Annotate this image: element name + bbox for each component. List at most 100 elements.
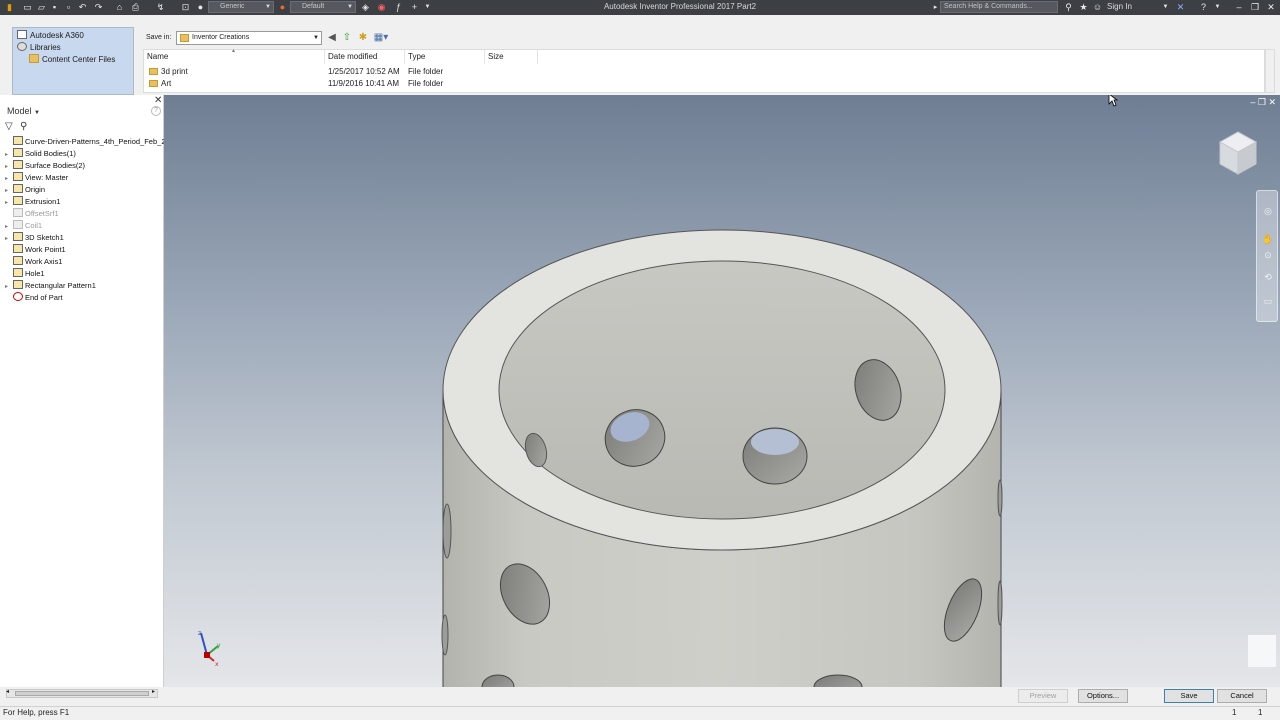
- material-icon[interactable]: ●: [195, 2, 206, 13]
- column-header-date[interactable]: Date modified: [325, 50, 405, 64]
- file-new-icon[interactable]: ▭: [22, 2, 33, 13]
- svg-text:y: y: [217, 642, 221, 649]
- open-icon[interactable]: ▱: [36, 2, 47, 13]
- viewcube-icon[interactable]: [1216, 128, 1260, 176]
- close-button[interactable]: ✕: [1264, 1, 1278, 13]
- help-search-input[interactable]: Search Help & Commands...: [940, 1, 1058, 13]
- scrollbar-thumb[interactable]: [15, 691, 149, 696]
- save-button[interactable]: Save: [1164, 689, 1214, 703]
- tree-item[interactable]: ▸ Origin: [5, 184, 45, 196]
- new-folder-icon[interactable]: ✱: [357, 32, 369, 44]
- help-icon[interactable]: ?: [1198, 2, 1209, 13]
- preview-button[interactable]: Preview: [1018, 689, 1068, 703]
- svg-text:z: z: [198, 630, 201, 637]
- fx-icon[interactable]: ƒ: [393, 2, 404, 13]
- update-icon[interactable]: ↯: [155, 2, 166, 13]
- star-icon[interactable]: ★: [1078, 2, 1089, 13]
- chevron-down-icon[interactable]: ▼: [422, 2, 433, 13]
- filter-icon[interactable]: ▽: [5, 121, 13, 132]
- chevron-down-icon: ▼: [313, 35, 319, 41]
- tree-item-label: Rectangular Pattern1: [25, 281, 96, 290]
- binoculars-icon[interactable]: ⚲: [20, 121, 27, 132]
- tree-item[interactable]: Curve-Driven-Patterns_4th_Period_Feb_20: [5, 136, 170, 148]
- place-libraries[interactable]: Libraries: [17, 42, 61, 52]
- tree-item[interactable]: End of Part: [5, 292, 63, 304]
- tree-item[interactable]: ▸ 3D Sketch1: [5, 232, 64, 244]
- binoculars-icon[interactable]: ⚲: [1063, 2, 1074, 13]
- exchange-icon[interactable]: ✕: [1175, 2, 1186, 13]
- surface-bodies-icon: [13, 160, 23, 169]
- graphics-viewport[interactable]: ‒ ❐ ✕ ◎ ✋ ⊙ ⟲ ▭ z y x: [164, 95, 1280, 687]
- clear-appearance-icon[interactable]: ◈: [360, 2, 371, 13]
- column-header-type[interactable]: Type: [405, 50, 485, 64]
- tree-item-label: Solid Bodies(1): [25, 149, 76, 158]
- back-icon[interactable]: ◀: [326, 32, 338, 44]
- cancel-button[interactable]: Cancel: [1217, 689, 1267, 703]
- save-icon[interactable]: ▫: [63, 2, 74, 13]
- redo-icon[interactable]: ↷: [93, 2, 104, 13]
- tree-item[interactable]: OffsetSrf1: [5, 208, 59, 220]
- tree-item[interactable]: Work Axis1: [5, 256, 62, 268]
- mouse-pointer-icon: [1108, 95, 1118, 107]
- options-button[interactable]: Options...: [1078, 689, 1128, 703]
- table-row[interactable]: 3d print: [149, 66, 188, 78]
- scroll-left-icon[interactable]: ◂: [6, 688, 9, 695]
- file-list-scrollbar[interactable]: [1265, 49, 1275, 93]
- zoom-icon[interactable]: ⊙: [1262, 249, 1274, 261]
- save-in-combo[interactable]: Inventor Creations ▼: [176, 31, 322, 45]
- sign-in-link[interactable]: Sign In: [1107, 2, 1132, 11]
- views-icon[interactable]: ▦▾: [372, 32, 390, 44]
- place-a360[interactable]: Autodesk A360: [17, 30, 84, 40]
- user-icon[interactable]: ☺: [1092, 2, 1103, 13]
- appearance-icon[interactable]: ●: [277, 2, 288, 13]
- appearance-combo[interactable]: Default ▼: [290, 1, 356, 13]
- place-content-center[interactable]: Content Center Files: [29, 54, 115, 64]
- material-combo[interactable]: Generic ▼: [208, 1, 274, 13]
- table-row[interactable]: Art: [149, 78, 171, 90]
- home-icon[interactable]: ⌂: [114, 2, 125, 13]
- up-folder-icon[interactable]: ⇧: [341, 32, 353, 44]
- file-type: File folder: [408, 79, 444, 88]
- viewport-window-controls[interactable]: ‒ ❐ ✕: [1250, 97, 1276, 108]
- close-icon[interactable]: ✕: [154, 95, 162, 106]
- measure-icon[interactable]: ⊡: [180, 2, 191, 13]
- tree-item[interactable]: ▸ Extrusion1: [5, 196, 60, 208]
- folder-icon: [149, 68, 158, 75]
- look-at-icon[interactable]: ▭: [1262, 295, 1274, 307]
- plus-icon[interactable]: +: [409, 2, 420, 13]
- part-model[interactable]: [164, 95, 1280, 687]
- browser-horizontal-scrollbar[interactable]: ◂ ▸: [6, 689, 158, 698]
- tree-item[interactable]: ▸ Coil1: [5, 220, 42, 232]
- save-icon[interactable]: ▪: [49, 2, 60, 13]
- navigation-bar: ◎ ✋ ⊙ ⟲ ▭: [1256, 190, 1278, 322]
- column-label: Name: [147, 52, 169, 61]
- folder-icon: [180, 34, 189, 42]
- tree-item[interactable]: ▸ Solid Bodies(1): [5, 148, 76, 160]
- tree-item[interactable]: ▸ View: Master: [5, 172, 68, 184]
- restore-button[interactable]: ❐: [1248, 1, 1262, 13]
- libraries-icon: [17, 42, 27, 51]
- column-header-size[interactable]: Size: [485, 50, 538, 64]
- minimize-button[interactable]: ‒: [1232, 1, 1246, 13]
- place-label: Autodesk A360: [30, 31, 84, 40]
- tree-item[interactable]: ▸ Surface Bodies(2): [5, 160, 85, 172]
- chevron-down-icon[interactable]: ▼: [1160, 2, 1171, 13]
- chevron-down-icon[interactable]: ▼: [1212, 2, 1223, 13]
- sketch-3d-icon: [13, 232, 23, 241]
- pan-icon[interactable]: ✋: [1262, 233, 1274, 245]
- app-menu-icon[interactable]: ▮: [4, 2, 15, 13]
- file-name: Art: [161, 79, 172, 88]
- scroll-right-icon[interactable]: ▸: [152, 688, 155, 695]
- tree-item[interactable]: ▸ Rectangular Pattern1: [5, 280, 96, 292]
- browser-title-dropdown[interactable]: Model ▼: [7, 106, 40, 116]
- adjust-icon[interactable]: ◉: [376, 2, 387, 13]
- help-icon[interactable]: ?: [151, 106, 161, 116]
- undo-icon[interactable]: ↶: [77, 2, 88, 13]
- button-label: Save: [1180, 691, 1198, 700]
- tree-item[interactable]: Hole1: [5, 268, 45, 280]
- orbit-icon[interactable]: ⟲: [1262, 271, 1274, 283]
- tree-item[interactable]: Work Point1: [5, 244, 66, 256]
- print-icon[interactable]: ⎙: [130, 2, 141, 13]
- origin-folder-icon: [13, 184, 23, 193]
- steering-wheel-icon[interactable]: ◎: [1262, 205, 1274, 217]
